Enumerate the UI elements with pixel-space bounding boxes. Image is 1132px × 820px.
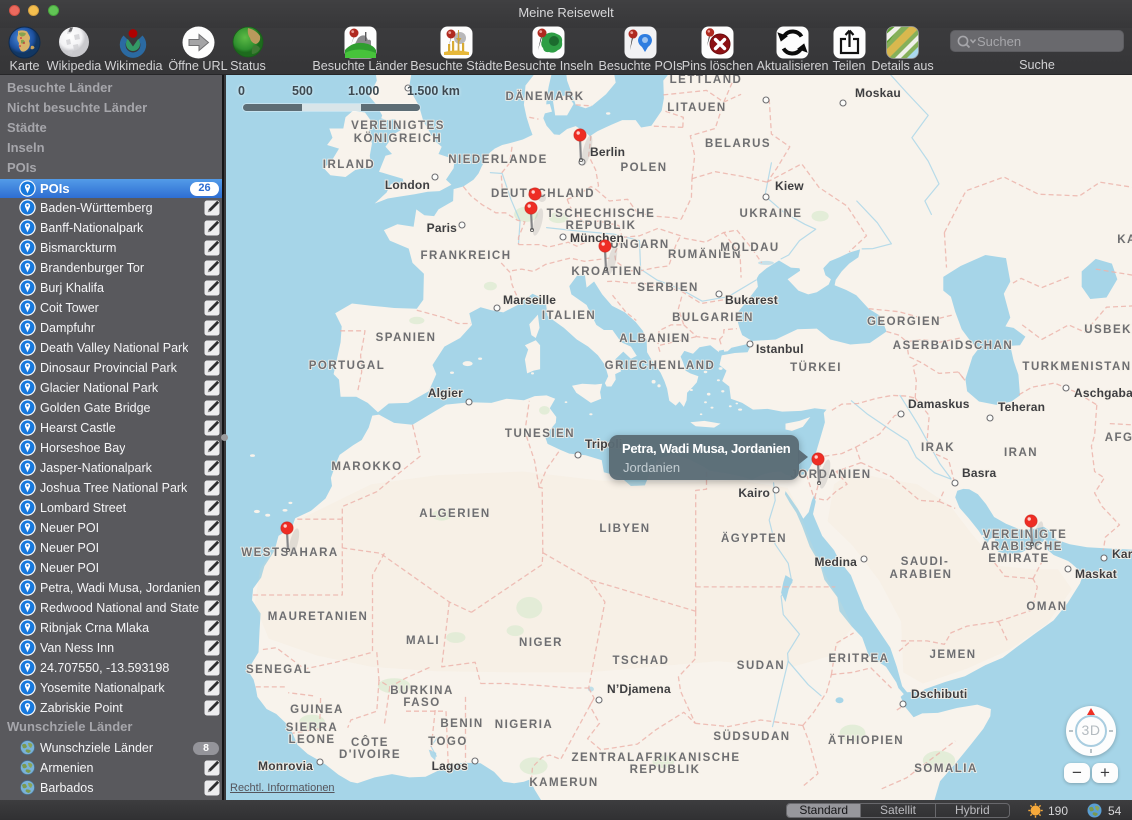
svg-text:ARABIEN: ARABIEN: [890, 569, 953, 581]
svg-text:Kara: Kara: [1112, 547, 1132, 561]
svg-text:KAMERUN: KAMERUN: [529, 777, 598, 789]
svg-text:AFGH: AFGH: [1105, 432, 1132, 444]
svg-text:LEONE: LEONE: [288, 734, 335, 746]
svg-text:ARABISCHE: ARABISCHE: [981, 541, 1063, 553]
svg-text:NIGER: NIGER: [519, 637, 563, 649]
svg-text:IRAN: IRAN: [1004, 447, 1038, 459]
svg-text:BURKINA: BURKINA: [390, 685, 454, 697]
svg-text:BULGARIEN: BULGARIEN: [672, 312, 754, 324]
svg-text:BELARUS: BELARUS: [705, 138, 771, 150]
svg-text:Paris: Paris: [427, 221, 457, 235]
svg-text:ÄGYPTEN: ÄGYPTEN: [721, 532, 787, 545]
svg-text:Teheran: Teheran: [998, 400, 1045, 414]
svg-text:Basra: Basra: [962, 466, 996, 480]
svg-text:SUDAN: SUDAN: [737, 660, 785, 672]
svg-text:SÜDSUDAN: SÜDSUDAN: [713, 730, 790, 743]
svg-text:CÔTE: CÔTE: [351, 736, 389, 749]
svg-text:POLEN: POLEN: [620, 162, 667, 174]
svg-text:ALGERIEN: ALGERIEN: [419, 508, 490, 520]
svg-text:ITALIEN: ITALIEN: [542, 310, 596, 322]
svg-text:DÄNEMARK: DÄNEMARK: [505, 90, 584, 103]
svg-text:LITAUEN: LITAUEN: [667, 102, 726, 114]
svg-text:Maskat: Maskat: [1075, 567, 1117, 581]
svg-text:Istanbul: Istanbul: [756, 342, 804, 356]
svg-text:REPUBLIK: REPUBLIK: [630, 764, 701, 776]
svg-text:Medina: Medina: [814, 555, 857, 569]
svg-text:VEREINIGTE: VEREINIGTE: [983, 529, 1068, 541]
svg-text:NIEDERLANDE: NIEDERLANDE: [448, 154, 548, 166]
svg-text:D'IVOIRE: D'IVOIRE: [339, 749, 401, 761]
svg-text:USBEKIS: USBEKIS: [1084, 324, 1132, 336]
svg-text:ALBANIEN: ALBANIEN: [619, 333, 690, 345]
svg-text:Moskau: Moskau: [855, 86, 901, 100]
svg-text:ÄTHIOPIEN: ÄTHIOPIEN: [828, 734, 904, 747]
svg-text:Monrovia: Monrovia: [258, 759, 313, 773]
svg-text:Dschibuti: Dschibuti: [911, 687, 967, 701]
svg-text:KA: KA: [1117, 234, 1132, 246]
svg-text:TÜRKEI: TÜRKEI: [790, 361, 842, 374]
svg-text:VEREINIGTES: VEREINIGTES: [351, 120, 445, 132]
svg-text:Bukarest: Bukarest: [725, 293, 778, 307]
svg-text:EMIRATE: EMIRATE: [988, 553, 1049, 565]
svg-text:IRAK: IRAK: [921, 442, 955, 454]
svg-text:TURKMENISTAN: TURKMENISTAN: [1022, 361, 1131, 373]
svg-text:SIERRA: SIERRA: [286, 722, 338, 734]
svg-text:NIGERIA: NIGERIA: [495, 719, 553, 731]
svg-text:SOMALIA: SOMALIA: [914, 763, 978, 775]
svg-text:Kairo: Kairo: [738, 486, 770, 500]
svg-text:OMAN: OMAN: [1026, 601, 1067, 613]
svg-text:MALI: MALI: [406, 635, 440, 647]
svg-text:SENEGAL: SENEGAL: [246, 664, 312, 676]
svg-text:GRIECHENLAND: GRIECHENLAND: [605, 360, 716, 372]
svg-text:Algier: Algier: [428, 386, 463, 400]
svg-text:Marseille: Marseille: [503, 293, 556, 307]
svg-text:FRANKREICH: FRANKREICH: [420, 250, 511, 262]
svg-text:SPANIEN: SPANIEN: [376, 332, 437, 344]
svg-text:SAUDI-: SAUDI-: [901, 556, 950, 568]
svg-text:IRLAND: IRLAND: [323, 159, 375, 171]
svg-text:N’Djamena: N’Djamena: [607, 682, 671, 696]
svg-text:UKRAINE: UKRAINE: [740, 208, 803, 220]
svg-text:GEORGIEN: GEORGIEN: [867, 316, 941, 328]
svg-text:Kiew: Kiew: [775, 179, 804, 193]
svg-text:MOLDAU: MOLDAU: [720, 242, 779, 254]
svg-text:Lagos: Lagos: [432, 759, 468, 773]
svg-text:LETTLAND: LETTLAND: [670, 75, 743, 86]
svg-text:ERITREA: ERITREA: [829, 653, 890, 665]
svg-text:ASERBAIDSCHAN: ASERBAIDSCHAN: [893, 340, 1013, 352]
svg-text:Berlin: Berlin: [590, 145, 625, 159]
svg-text:GUINEA: GUINEA: [290, 704, 344, 716]
svg-text:PORTUGAL: PORTUGAL: [309, 360, 386, 372]
svg-text:TSCHECHISCHE: TSCHECHISCHE: [547, 208, 656, 220]
svg-text:TSCHAD: TSCHAD: [613, 655, 670, 667]
svg-text:KÖNIGREICH: KÖNIGREICH: [354, 132, 442, 145]
svg-text:SERBIEN: SERBIEN: [637, 282, 699, 294]
svg-text:LIBYEN: LIBYEN: [599, 523, 650, 535]
svg-text:ZENTRALAFRIKANISCHE: ZENTRALAFRIKANISCHE: [571, 752, 740, 764]
svg-text:TOGO: TOGO: [428, 736, 468, 748]
svg-text:London: London: [385, 178, 430, 192]
svg-text:MAURETANIEN: MAURETANIEN: [268, 611, 369, 623]
svg-text:Aschgabat: Aschgabat: [1074, 386, 1132, 400]
svg-text:BENIN: BENIN: [440, 718, 483, 730]
svg-text:JEMEN: JEMEN: [929, 649, 976, 661]
svg-text:München: München: [570, 231, 624, 245]
svg-text:JORDANIEN: JORDANIEN: [790, 469, 871, 481]
svg-text:Damaskus: Damaskus: [908, 397, 970, 411]
svg-text:FASO: FASO: [403, 697, 440, 709]
svg-text:MAROKKO: MAROKKO: [331, 461, 402, 473]
svg-text:TUNESIEN: TUNESIEN: [505, 428, 575, 440]
